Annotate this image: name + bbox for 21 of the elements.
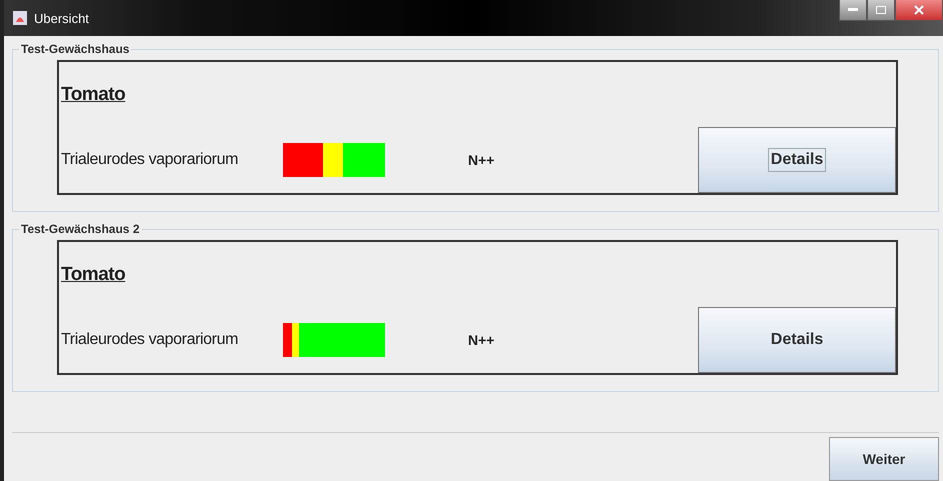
nutrient-code: N++: [468, 152, 494, 168]
maximize-button[interactable]: [867, 0, 895, 21]
close-button[interactable]: [895, 0, 943, 21]
close-icon: [914, 5, 924, 15]
nutrient-code: N++: [468, 332, 494, 348]
group-title: Test-Gewächshaus 2: [20, 222, 140, 236]
minimize-button[interactable]: [839, 0, 867, 21]
focus-ring: Details: [768, 148, 826, 172]
next-button[interactable]: Weiter: [829, 437, 939, 481]
group-title: Test-Gewächshaus: [20, 42, 130, 56]
minimize-icon: [848, 8, 858, 12]
maximize-icon: [876, 6, 886, 14]
focus-ring: Details: [770, 330, 824, 350]
details-button[interactable]: Details: [698, 307, 896, 373]
details-button[interactable]: Details: [698, 127, 896, 193]
pest-name: Trialeurodes vaporariorum: [60, 151, 240, 169]
plant-name: Tomato: [60, 84, 126, 106]
pest-name: Trialeurodes vaporariorum: [60, 331, 240, 349]
app-icon: [12, 10, 28, 26]
plant-name: Tomato: [60, 264, 126, 286]
window-title: Ubersicht: [34, 10, 89, 26]
